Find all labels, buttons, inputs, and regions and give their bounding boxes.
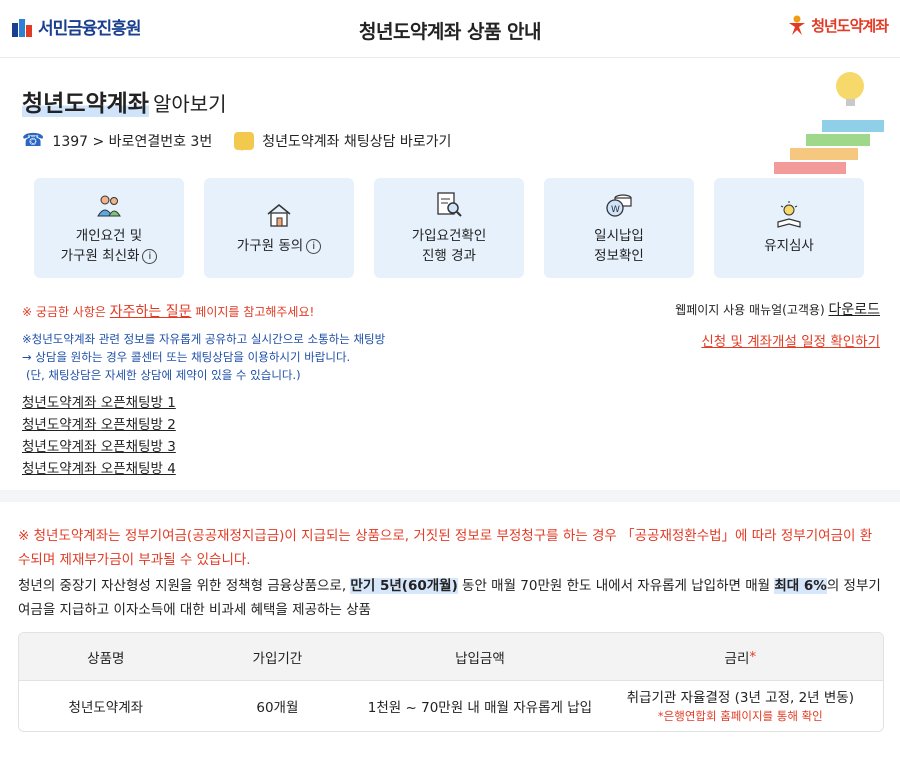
service-cards: 개인요건 및 가구원 최신화 i 가구원 동의 i 가입요건확인 진행 경과 W… <box>34 178 864 278</box>
rate-header-label: 금리 <box>724 650 750 667</box>
phone-icon: ☎ <box>22 130 45 151</box>
table-header-cell: 납입금액 <box>455 650 505 667</box>
card-lump-sum-info[interactable]: W 일시납입 정보확인 <box>544 178 694 278</box>
header-bar: 서민금융진흥원 청년도약계좌 상품 안내 청년도약계좌 <box>0 0 900 58</box>
coin-stack-icon: W <box>604 190 634 220</box>
fraud-warning: ※ 청년도약계좌는 정부기여금(공공재정지급금)이 지급되는 상품으로, 거짓된… <box>18 528 873 568</box>
house-icon <box>264 200 294 230</box>
lightbulb-book-icon <box>774 200 804 230</box>
card-eligibility-progress[interactable]: 가입요건확인 진행 경과 <box>374 178 524 278</box>
product-info-section: ※ 청년도약계좌는 정부기여금(공공재정지급금)이 지급되는 상품으로, 거짓된… <box>0 502 900 758</box>
chat-notice: ※청년도약계좌 관련 정보를 자유롭게 공유하고 실시간으로 소통하는 채팅방 … <box>22 330 385 384</box>
page-title: 청년도약계좌 상품 안내 <box>358 21 542 43</box>
info-icon[interactable]: i <box>306 238 322 254</box>
card-label-line2: 가구원 최신화 <box>60 248 140 264</box>
table-cell-name: 청년도약계좌 <box>68 700 144 716</box>
card-maintenance-review[interactable]: 유지심사 <box>714 178 864 278</box>
document-search-icon <box>434 190 464 220</box>
required-mark: * <box>749 648 757 665</box>
info-icon[interactable]: i <box>142 248 158 264</box>
intro-heading-highlight: 청년도약계좌 <box>22 91 149 117</box>
brand-logo[interactable]: 청년도약계좌 <box>786 14 889 36</box>
manual-text: 웹페이지 사용 매뉴얼(고객용) <box>675 303 829 317</box>
open-chat-room-link[interactable]: 청년도약계좌 오픈채팅방 3 <box>22 438 176 457</box>
manual-download-link[interactable]: 다운로드 <box>828 302 880 318</box>
contact-row: ☎ 1397 > 바로연결번호 3번 청년도약계좌 채팅상담 바로가기 <box>22 130 451 151</box>
chat-consult-link[interactable]: 청년도약계좌 채팅상담 바로가기 <box>262 131 451 151</box>
table-cell-rate: 취급기관 자율결정 (3년 고정, 2년 변동) *은행연합회 홈페이지를 통해… <box>598 681 883 731</box>
chat-notice-line1: ※청년도약계좌 관련 정보를 자유롭게 공유하고 실시간으로 소통하는 채팅방 <box>22 332 386 346</box>
faq-suffix: 페이지를 참고해주세요! <box>191 305 315 319</box>
brand-name: 청년도약계좌 <box>811 16 889 35</box>
card-label-line1: 일시납입 <box>594 228 644 244</box>
schedule-link[interactable]: 신청 및 계좌개설 일정 확인하기 <box>701 330 880 350</box>
product-description: 청년의 중장기 자산형성 지원을 위한 정책형 금융상품으로, 만기 5년(60… <box>18 574 888 622</box>
open-chat-rooms: 청년도약계좌 오픈채팅방 1 청년도약계좌 오픈채팅방 2 청년도약계좌 오픈채… <box>22 394 176 479</box>
product-table: 상품명 가입기간 납입금액 금리 * 청년도약계좌 60개월 1천원 ~ 70만원… <box>18 632 884 732</box>
desc-text: 동안 매월 70만원 한도 내에서 자유롭게 납입하면 매월 <box>457 578 775 594</box>
card-label-line1: 개인요건 및 <box>75 228 143 244</box>
chat-bubble-icon <box>234 131 255 151</box>
table-cell-amount: 1천원 ~ 70만원 내 매월 자유롭게 납입 <box>367 700 593 716</box>
card-label-line1: 가구원 동의 <box>236 238 304 254</box>
people-icon <box>94 190 124 220</box>
faq-notice: ※ 궁금한 사항은 자주하는 질문 페이지를 참고해주세요! <box>22 301 314 321</box>
table-row: 청년도약계좌 60개월 1천원 ~ 70만원 내 매월 자유롭게 납입 취급기관… <box>19 681 883 731</box>
card-label-line2: 진행 경과 <box>422 248 476 264</box>
stairs-lightbulb-illustration-icon <box>774 72 884 174</box>
desc-highlight-rate: 최대 6% <box>774 578 827 594</box>
faq-link[interactable]: 자주하는 질문 <box>110 304 192 320</box>
faq-prefix: ※ 궁금한 사항은 <box>22 305 110 319</box>
chat-notice-line3: (단, 채팅상담은 자세한 상담에 제약이 있을 수 있습니다.) <box>26 368 301 382</box>
section-divider <box>0 490 900 502</box>
card-household-consent[interactable]: 가구원 동의 i <box>204 178 354 278</box>
intro-section: 청년도약계좌 알아보기 ☎ 1397 > 바로연결번호 3번 청년도약계좌 채팅상… <box>0 58 900 490</box>
brand-figure-icon <box>789 15 806 35</box>
card-label-line1: 가입요건확인 <box>411 228 487 244</box>
table-header-cell: 가입기간 <box>252 650 303 667</box>
chat-notice-line2: → 상담을 원하는 경우 콜센터 또는 채팅상담을 이용하시기 바랍니다. <box>22 350 351 364</box>
svg-text:W: W <box>611 205 620 215</box>
open-chat-room-link[interactable]: 청년도약계좌 오픈채팅방 4 <box>22 460 176 479</box>
desc-text: 청년의 중장기 자산형성 지원을 위한 정책형 금융상품으로, <box>18 578 351 594</box>
table-header-row: 상품명 가입기간 납입금액 금리 * <box>19 633 883 681</box>
open-chat-room-link[interactable]: 청년도약계좌 오픈채팅방 1 <box>22 394 176 413</box>
table-header-cell: 상품명 <box>87 650 125 667</box>
desc-highlight-term: 만기 5년(60개월) <box>350 578 458 594</box>
intro-heading-rest: 알아보기 <box>152 92 227 116</box>
rate-text: 취급기관 자율결정 (3년 고정, 2년 변동) <box>626 689 854 706</box>
manual-download: 웹페이지 사용 매뉴얼(고객용) 다운로드 <box>675 299 880 319</box>
card-personal-update[interactable]: 개인요건 및 가구원 최신화 i <box>34 178 184 278</box>
rate-note: *은행연합회 홈페이지를 통해 확인 <box>657 708 823 723</box>
table-cell-period: 60개월 <box>256 700 299 716</box>
card-label-line2: 정보확인 <box>594 248 644 264</box>
intro-heading: 청년도약계좌 알아보기 <box>22 84 227 118</box>
open-chat-room-link[interactable]: 청년도약계좌 오픈채팅방 2 <box>22 416 176 435</box>
phone-number: 1397 > 바로연결번호 3번 <box>52 133 213 150</box>
card-label-line1: 유지심사 <box>764 238 814 254</box>
table-header-cell: 금리 * <box>598 633 883 680</box>
